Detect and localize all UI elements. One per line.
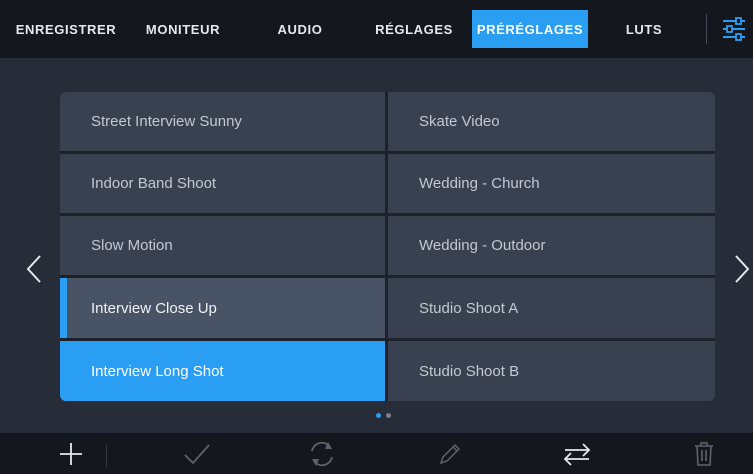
tab-reglages[interactable]: RÉGLAGES (368, 10, 460, 48)
page-dot[interactable] (386, 413, 391, 418)
refresh-icon[interactable] (305, 437, 339, 471)
preset-label: Studio Shoot B (419, 362, 520, 380)
tab-moniteur[interactable]: MONITEUR (133, 10, 233, 48)
preset-label: Slow Motion (91, 237, 173, 254)
preset-label: Skate Video (419, 113, 500, 130)
preset-label: Studio Shoot A (419, 299, 519, 317)
preset-label: Wedding - Church (419, 175, 540, 192)
tab-preglages[interactable]: PRÉRÉGLAGES (472, 10, 588, 48)
preset-label: Street Interview Sunny (91, 113, 242, 130)
preset-item[interactable]: Slow Motion (60, 216, 385, 275)
preset-item-selected[interactable]: Interview Long Shot (60, 341, 385, 401)
bottom-toolbar (0, 433, 753, 474)
transfer-icon[interactable] (560, 437, 594, 471)
preset-label: Indoor Band Shoot (91, 175, 217, 192)
preset-item[interactable]: Skate Video (388, 92, 715, 151)
preset-label: Interview Long Shot (91, 362, 224, 380)
preset-label: Interview Close Up (91, 299, 217, 317)
tab-enregistrer[interactable]: ENREGISTRER (8, 10, 124, 48)
preset-item[interactable]: Street Interview Sunny (60, 92, 385, 151)
preset-item[interactable]: Wedding - Church (388, 154, 715, 213)
sliders-icon[interactable] (722, 16, 746, 42)
page-dot-active[interactable] (376, 413, 381, 418)
preset-item[interactable]: Studio Shoot A (388, 278, 715, 338)
preset-item[interactable]: Studio Shoot B (388, 341, 715, 401)
next-page-arrow-icon[interactable] (732, 254, 752, 284)
tab-luts[interactable]: LUTS (612, 10, 676, 48)
top-tab-bar: ENREGISTRER MONITEUR AUDIO RÉGLAGES PRÉR… (0, 0, 753, 58)
page-indicator (376, 413, 391, 419)
tab-audio[interactable]: AUDIO (262, 10, 338, 48)
previous-page-arrow-icon[interactable] (24, 254, 44, 284)
preset-item[interactable]: Indoor Band Shoot (60, 154, 385, 213)
preset-item[interactable]: Wedding - Outdoor (388, 216, 715, 275)
tab-divider (706, 14, 707, 44)
presets-grid: Street Interview Sunny Skate Video Indoo… (60, 92, 715, 401)
preset-item-focused[interactable]: Interview Close Up (60, 278, 385, 338)
focus-indicator (60, 278, 67, 338)
check-icon[interactable] (180, 437, 214, 471)
pencil-icon[interactable] (433, 437, 467, 471)
trash-icon[interactable] (687, 437, 721, 471)
preset-label: Wedding - Outdoor (419, 237, 546, 254)
toolbar-divider (106, 445, 107, 467)
plus-icon[interactable] (54, 437, 88, 471)
